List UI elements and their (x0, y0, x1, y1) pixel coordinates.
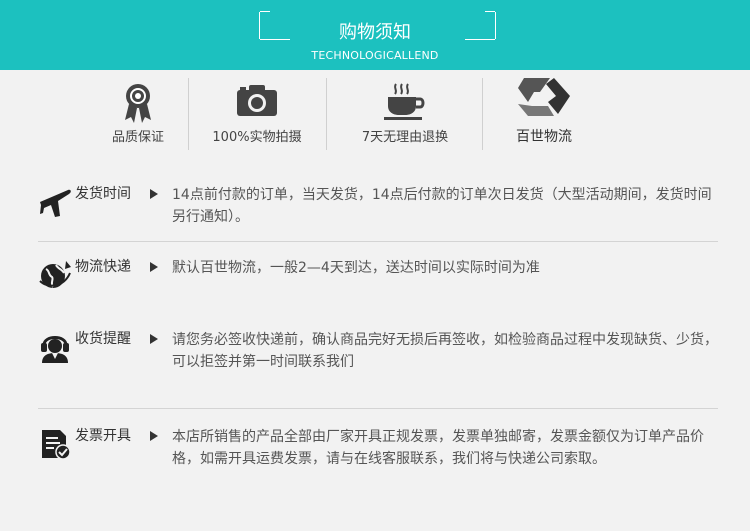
camera-icon (237, 85, 277, 116)
row-label: 发货时间 (75, 186, 131, 202)
feature-label: 品质保证 (111, 130, 164, 145)
arrow-right-icon (150, 431, 158, 441)
arrow-right-icon (150, 262, 158, 272)
divider (482, 78, 483, 150)
award-ribbon-icon (125, 84, 151, 123)
header-banner: 购物须知 TECHNOLOGICALLEND (0, 0, 750, 70)
divider (188, 78, 189, 150)
customer-service-icon (41, 336, 69, 363)
info-row-shipping: 发货时间 14点前付款的订单，当天发货，14点后付款的订单次日发货（大型活动期间… (38, 184, 718, 232)
row-label: 收货提醒 (75, 331, 131, 347)
page-subtitle: TECHNOLOGICALLEND (311, 49, 439, 62)
feature-logistics: 百世物流 (498, 78, 590, 150)
airplane-icon (40, 189, 71, 217)
row-text: 请您务必签收快递前，确认商品完好无损后再签收，如检验商品过程中发现缺货、少货，可… (172, 332, 718, 370)
info-row-logistics: 物流快递 默认百世物流，一般2—4天到达，送达时间以实际时间为准 (38, 257, 718, 293)
arrow-right-icon (150, 334, 158, 344)
arrow-right-icon (150, 189, 158, 199)
feature-quality: 品质保证 (98, 78, 178, 150)
info-row-invoice: 发票开具 本店所销售的产品全部由厂家开具正规发票，发票单独邮寄，发票金额仅为订单… (38, 426, 718, 474)
page-title: 购物须知 (339, 22, 411, 43)
row-text: 14点前付款的订单，当天发货，14点后付款的订单次日发货（大型活动期间，发货时间… (172, 187, 712, 225)
coffee-cup-icon (384, 83, 425, 120)
feature-label: 百世物流 (516, 129, 572, 145)
invoice-icon (42, 430, 71, 460)
row-text: 本店所销售的产品全部由厂家开具正规发票，发票单独邮寄，发票金额仅为订单产品价格，… (172, 429, 704, 467)
row-text: 默认百世物流，一般2—4天到达，送达时间以实际时间为准 (172, 260, 540, 276)
feature-return: 7天无理由退换 (350, 78, 460, 150)
feature-photo: 100%实物拍摄 (205, 78, 309, 150)
divider (38, 408, 718, 409)
info-row-receipt: 收货提醒 请您务必签收快递前，确认商品完好无损后再签收，如检验商品过程中发现缺货… (38, 329, 718, 383)
feature-label: 100%实物拍摄 (212, 130, 302, 145)
divider (326, 78, 327, 150)
best-logo-icon (518, 78, 570, 116)
feature-label: 7天无理由退换 (361, 130, 449, 145)
row-label: 物流快递 (75, 259, 131, 275)
row-label: 发票开具 (75, 428, 131, 444)
globe-icon (39, 261, 71, 288)
divider (38, 241, 718, 242)
